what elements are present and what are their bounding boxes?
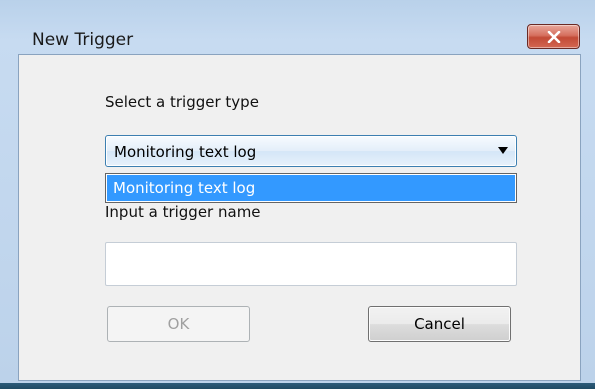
dialog-window: New Trigger Select a trigger type Monito…: [0, 0, 595, 389]
trigger-type-label: Select a trigger type: [105, 93, 259, 111]
dialog-body: Select a trigger type Monitoring text lo…: [18, 54, 581, 381]
title-bar[interactable]: New Trigger: [0, 0, 595, 54]
trigger-name-label: Input a trigger name: [105, 203, 261, 221]
ok-button[interactable]: OK: [107, 306, 250, 342]
close-icon: [547, 30, 561, 43]
trigger-name-input[interactable]: [105, 242, 517, 286]
trigger-type-select[interactable]: Monitoring text log: [105, 135, 517, 167]
trigger-type-selected-value: Monitoring text log: [114, 143, 257, 161]
window-title: New Trigger: [32, 30, 134, 50]
trigger-type-dropdown-list: Monitoring text log: [105, 173, 517, 203]
chevron-down-icon[interactable]: [498, 147, 508, 154]
dropdown-option-monitoring-text-log[interactable]: Monitoring text log: [107, 175, 515, 201]
close-button[interactable]: [527, 24, 580, 49]
cancel-button[interactable]: Cancel: [368, 306, 511, 342]
